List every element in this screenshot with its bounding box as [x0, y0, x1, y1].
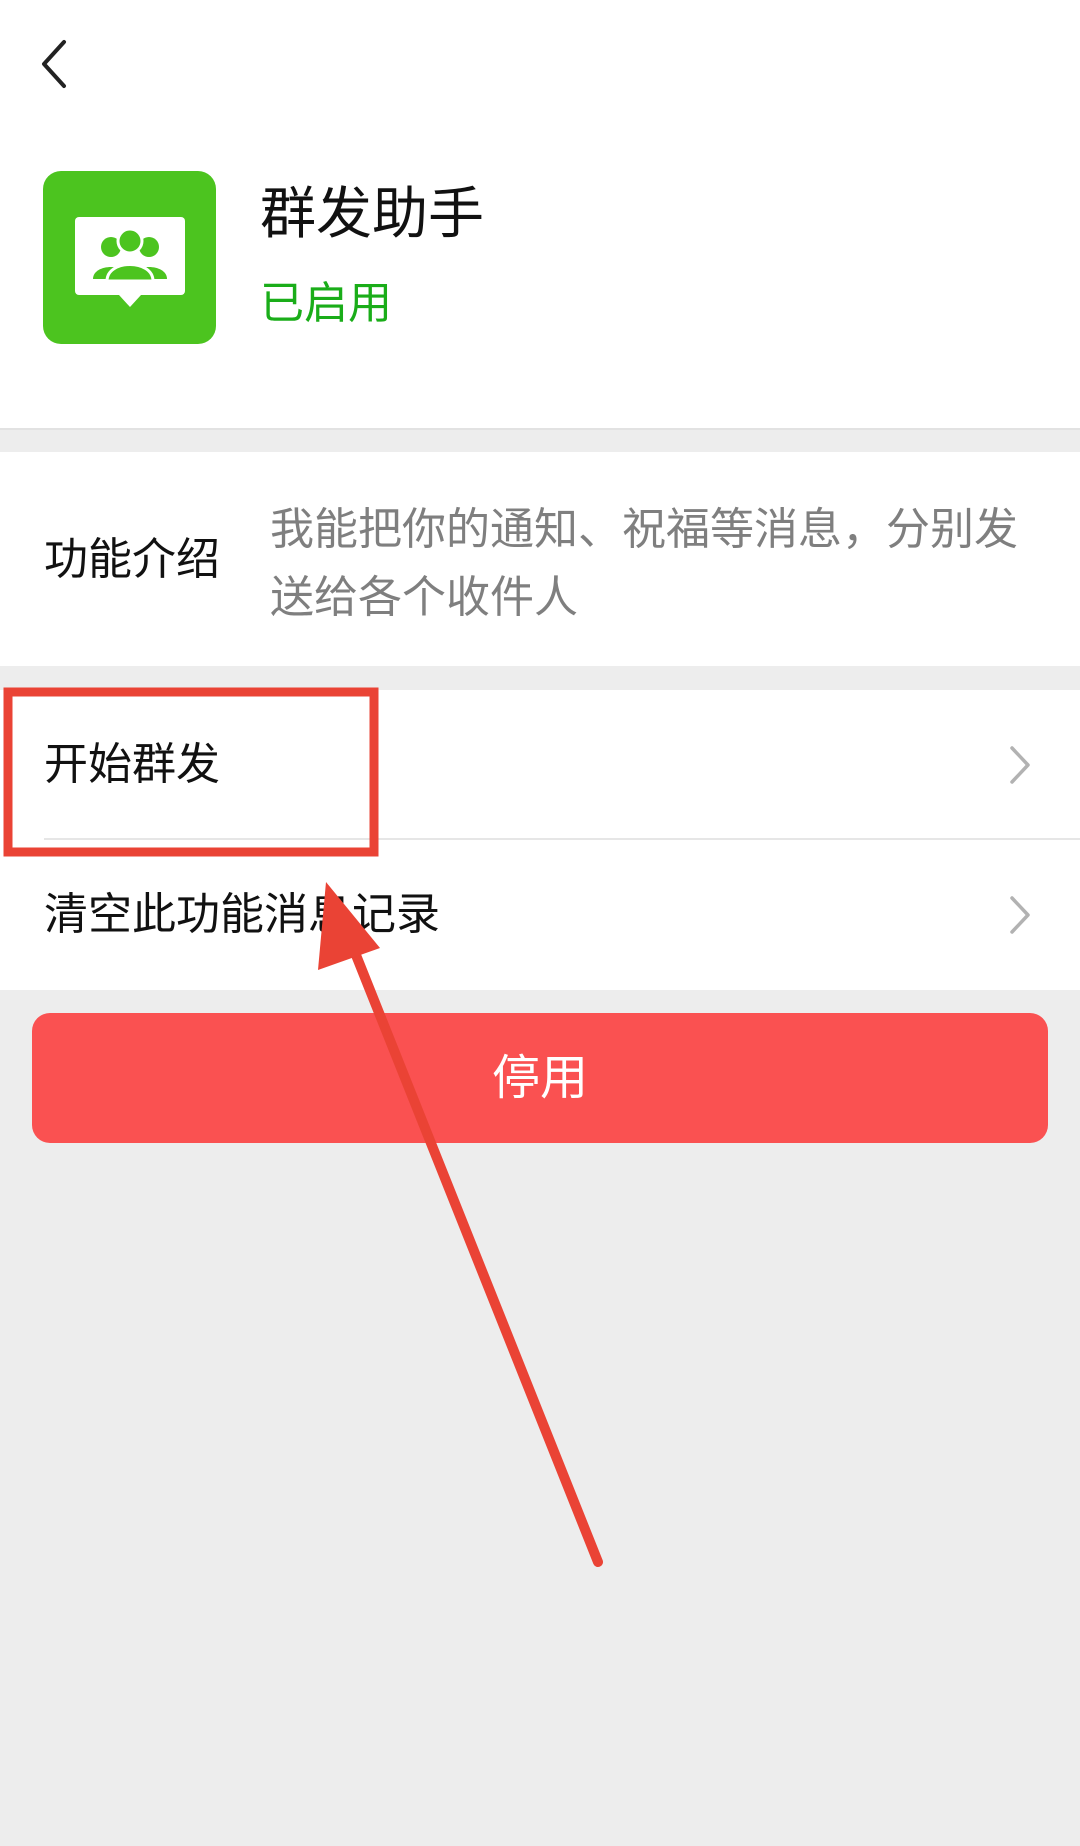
chevron-right-icon — [1008, 894, 1032, 936]
intro-description: 我能把你的通知、祝福等消息，分别发送给各个收件人 — [270, 504, 1018, 623]
chevron-right-icon — [1008, 744, 1032, 786]
menu-item-label: 清空此功能消息记录 — [44, 889, 440, 940]
intro-label: 功能介绍 — [44, 534, 220, 585]
chevron-left-icon — [42, 40, 66, 88]
group-chat-icon — [43, 171, 216, 344]
app-name: 群发助手 — [260, 182, 484, 247]
menu-item-label: 开始群发 — [44, 739, 220, 790]
back-button[interactable] — [28, 28, 88, 100]
app-status: 已启用 — [260, 278, 392, 329]
start-broadcast-item[interactable]: 开始群发 — [0, 690, 1080, 840]
clear-history-item[interactable]: 清空此功能消息记录 — [0, 840, 1080, 990]
header-divider — [0, 428, 1080, 430]
stop-button[interactable]: 停用 — [32, 1013, 1048, 1143]
app-icon — [43, 171, 216, 344]
